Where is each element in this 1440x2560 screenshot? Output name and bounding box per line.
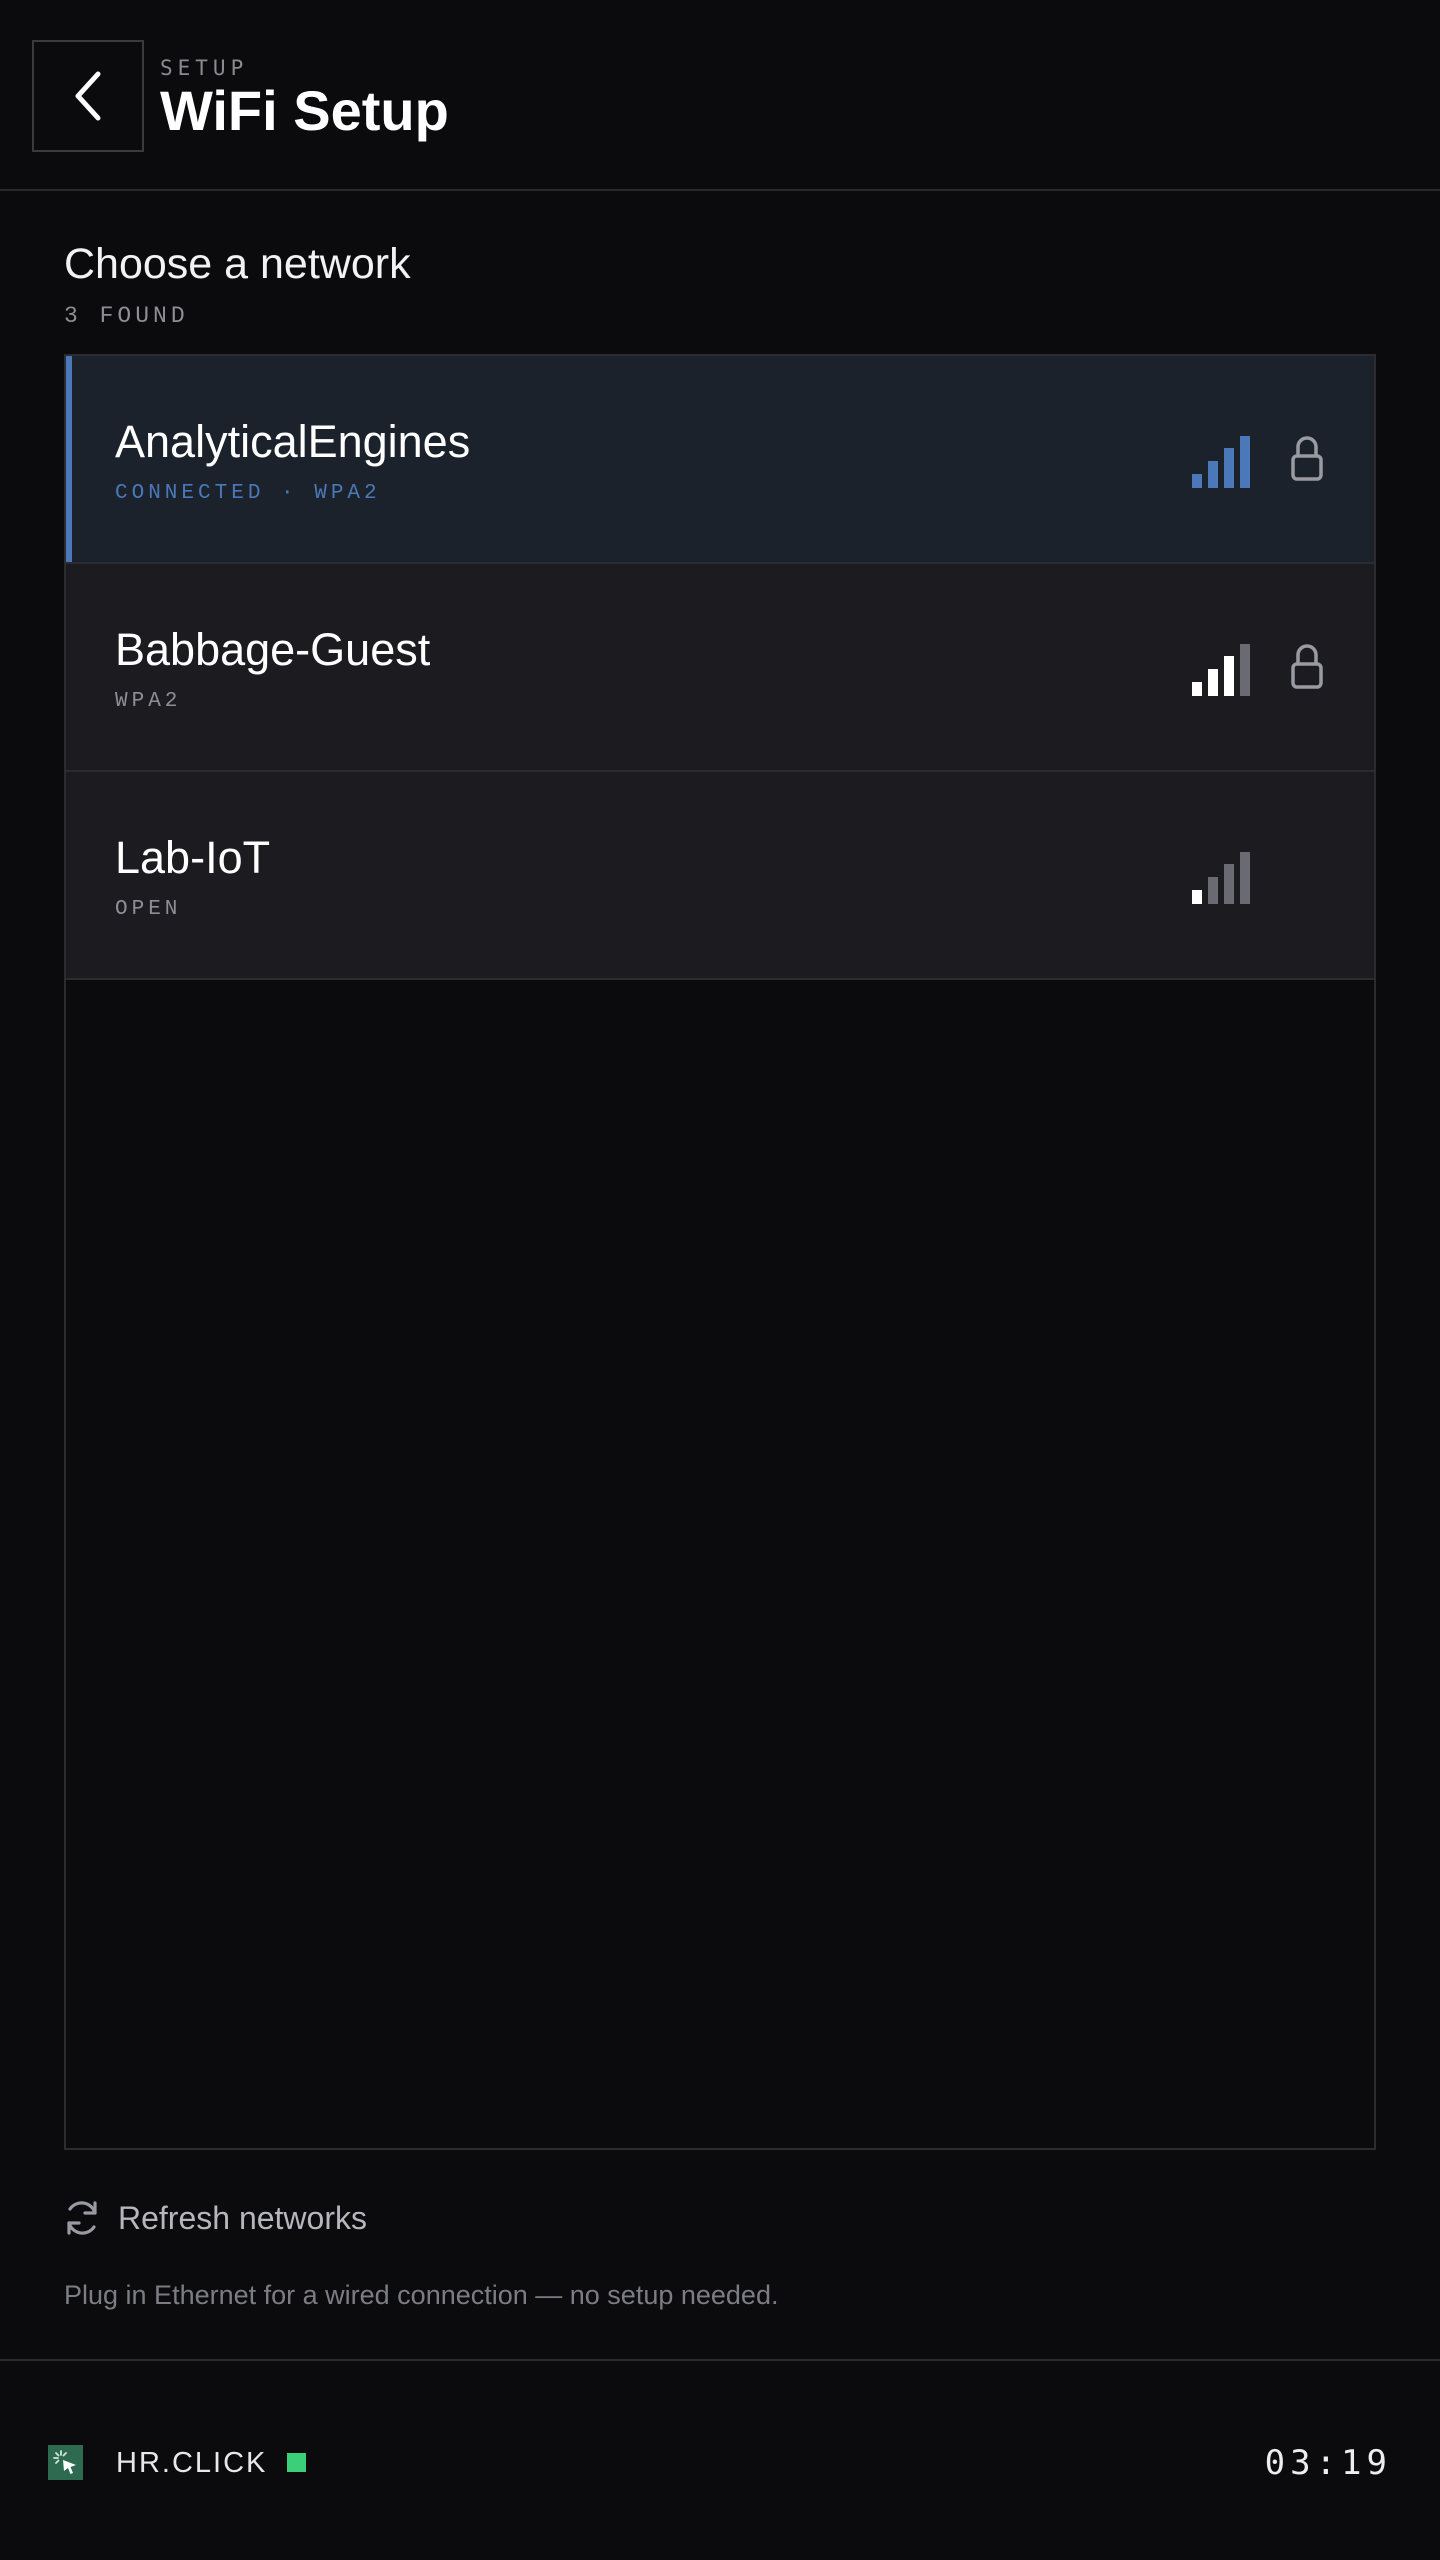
refresh-icon (67, 2201, 97, 2235)
refresh-networks-button[interactable]: Refresh networks (62, 2194, 367, 2242)
network-row-babbage-guest[interactable]: Babbage-Guest WPA2 (66, 564, 1374, 772)
network-name: Lab-IoT (115, 832, 271, 883)
top-bar: SETUP WiFi Setup (0, 0, 1440, 191)
network-security: OPEN (115, 898, 182, 921)
status-indicator (287, 2453, 306, 2472)
back-button[interactable] (32, 40, 144, 152)
page-title: WiFi Setup (160, 79, 449, 142)
signal-strength-icon (1192, 850, 1252, 904)
network-row-lab-iot[interactable]: Lab-IoT OPEN (66, 772, 1374, 980)
clock: 03:19 (1264, 2443, 1392, 2483)
network-list: AnalyticalEngines CONNECTED · WPA2 Babba… (64, 354, 1376, 2150)
lock-icon (1291, 644, 1323, 689)
network-name: AnalyticalEngines (115, 416, 471, 467)
network-name: Babbage-Guest (115, 624, 431, 675)
header-eyebrow: SETUP (160, 56, 249, 80)
lock-icon (1291, 436, 1323, 481)
brand-name: HR.CLICK (116, 2447, 268, 2479)
cursor-click-icon (48, 2445, 83, 2480)
network-security: WPA2 (115, 690, 182, 713)
status-footer: HR.CLICK 03:19 (0, 2359, 1440, 2560)
ethernet-hint: Plug in Ethernet for a wired connection … (64, 2280, 779, 2310)
chevron-left-icon (75, 71, 101, 121)
signal-strength-icon (1192, 434, 1252, 488)
found-count: 3 FOUND (64, 303, 189, 329)
signal-strength-icon (1192, 642, 1252, 696)
section-title: Choose a network (64, 240, 411, 288)
refresh-label: Refresh networks (118, 2199, 367, 2236)
network-row-analyticalengines[interactable]: AnalyticalEngines CONNECTED · WPA2 (66, 356, 1374, 564)
network-status: CONNECTED · WPA2 (115, 482, 381, 505)
